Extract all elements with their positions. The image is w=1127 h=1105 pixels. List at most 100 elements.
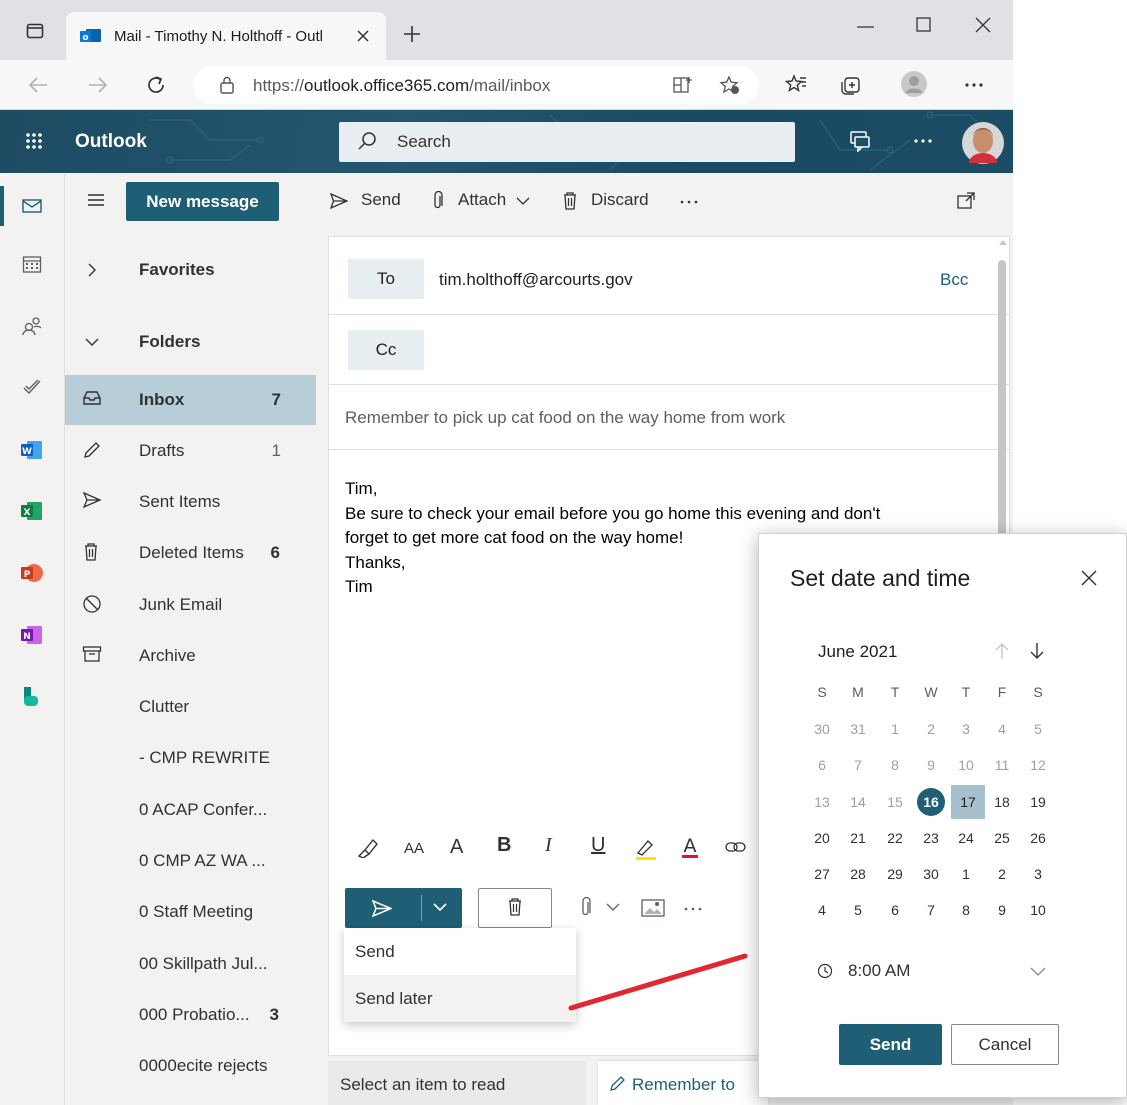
todo-icon[interactable] [22, 378, 42, 396]
next-month-icon[interactable] [1030, 642, 1044, 660]
calendar-day[interactable]: 20 [805, 821, 839, 855]
time-picker[interactable]: 8:00 AM [808, 954, 1078, 988]
to-button[interactable]: To [348, 259, 424, 299]
calendar-day[interactable]: 30 [805, 712, 839, 746]
calendar-day[interactable]: 2 [985, 857, 1019, 891]
calendar-day[interactable]: 21 [841, 821, 875, 855]
cc-button[interactable]: Cc [348, 330, 424, 370]
new-message-button[interactable]: New message [126, 182, 279, 221]
toolbar-attach-button[interactable]: Attach [458, 190, 506, 210]
discard-button[interactable] [478, 888, 552, 928]
calendar-day[interactable]: 10 [1021, 893, 1055, 927]
app-name[interactable]: Outlook [75, 131, 147, 153]
close-icon[interactable] [1081, 570, 1097, 586]
calendar-day[interactable]: 6 [878, 893, 912, 927]
calendar-day[interactable]: 14 [841, 785, 875, 819]
calendar-day[interactable]: 9 [985, 893, 1019, 927]
calendar-day[interactable]: 1 [878, 712, 912, 746]
more-browser-icon[interactable] [965, 83, 983, 87]
to-recipient[interactable]: tim.holthoff@arcourts.gov [439, 270, 633, 290]
calendar-day[interactable]: 3 [1021, 857, 1055, 891]
calendar-day[interactable]: 9 [914, 748, 948, 782]
user-avatar[interactable] [961, 121, 1005, 165]
folder-item-junk[interactable]: Junk Email [65, 580, 316, 630]
calendar-day[interactable]: 4 [985, 712, 1019, 746]
calendar-day[interactable]: 27 [805, 857, 839, 891]
people-icon[interactable] [22, 316, 42, 336]
tab-actions-icon[interactable] [26, 22, 44, 40]
favorites-header[interactable]: Favorites [65, 245, 316, 295]
feedback-icon[interactable] [849, 130, 871, 152]
calendar-day-today[interactable]: 16 [917, 788, 945, 816]
pop-out-icon[interactable] [957, 192, 975, 210]
calendar-day[interactable]: 8 [878, 748, 912, 782]
mail-icon[interactable] [22, 198, 42, 214]
attach-icon[interactable] [580, 897, 592, 919]
more-options-icon[interactable] [680, 200, 698, 204]
onenote-icon[interactable]: N [21, 625, 43, 645]
scroll-up-icon[interactable] [998, 238, 1008, 246]
calendar-day[interactable]: 13 [805, 785, 839, 819]
calendar-day[interactable]: 7 [914, 893, 948, 927]
format-painter-icon[interactable] [357, 836, 379, 858]
folder-item-archive[interactable]: Archive [65, 631, 316, 681]
toolbar-discard-button[interactable]: Discard [591, 190, 649, 210]
app-available-icon[interactable] [673, 76, 693, 94]
search-box[interactable]: Search [339, 122, 795, 162]
chevron-down-icon[interactable] [606, 903, 620, 912]
font-color-icon[interactable]: A [681, 835, 699, 859]
folder-item[interactable]: 0 Staff Meeting [65, 887, 316, 937]
forward-icon[interactable] [88, 76, 108, 94]
text-effects-icon[interactable]: A [450, 836, 463, 859]
calendar-day[interactable]: 2 [914, 712, 948, 746]
folder-item[interactable]: 000 Probatio... 3 [65, 990, 316, 1040]
calendar-day[interactable]: 6 [805, 748, 839, 782]
folder-item-sent[interactable]: Sent Items [65, 477, 316, 527]
calendar-day[interactable]: 30 [914, 857, 948, 891]
calendar-day[interactable]: 15 [878, 785, 912, 819]
chevron-down-icon[interactable] [516, 197, 530, 206]
excel-icon[interactable]: X [21, 501, 43, 521]
new-tab-icon[interactable] [403, 25, 421, 43]
folder-item[interactable]: 0 ACAP Confer... [65, 785, 316, 835]
underline-icon[interactable]: U [591, 834, 605, 857]
calendar-day[interactable]: 31 [841, 712, 875, 746]
menu-item-send[interactable]: Send [344, 928, 576, 975]
back-icon[interactable] [28, 76, 48, 94]
word-icon[interactable]: W [21, 440, 43, 460]
calendar-day[interactable]: 24 [949, 821, 983, 855]
menu-item-send-later[interactable]: Send later [344, 975, 576, 1022]
calendar-day-selected[interactable]: 17 [951, 785, 985, 819]
add-favorite-icon[interactable] [719, 75, 741, 95]
calendar-day[interactable]: 5 [841, 893, 875, 927]
calendar-day[interactable]: 10 [949, 748, 983, 782]
font-size-icon[interactable]: AA [404, 840, 424, 857]
calendar-day[interactable]: 28 [841, 857, 875, 891]
close-window-icon[interactable] [975, 17, 991, 33]
reading-pane-tab[interactable]: Select an item to read [328, 1061, 586, 1105]
calendar-day[interactable]: 3 [949, 712, 983, 746]
folder-item-drafts[interactable]: Drafts 1 [65, 426, 316, 476]
calendar-day[interactable]: 7 [841, 748, 875, 782]
folders-header[interactable]: Folders [65, 317, 316, 367]
calendar-day[interactable]: 18 [985, 785, 1019, 819]
toolbar-send-button[interactable]: Send [361, 190, 401, 210]
subject-field[interactable]: Remember to pick up cat food on the way … [345, 408, 785, 428]
folder-item-clutter[interactable]: Clutter [65, 682, 316, 732]
calendar-day[interactable]: 11 [985, 748, 1019, 782]
insert-picture-icon[interactable] [641, 898, 665, 918]
italic-icon[interactable]: I [545, 834, 552, 857]
app-launcher-icon[interactable] [25, 132, 43, 150]
calendar-day[interactable]: 25 [985, 821, 1019, 855]
calendar-month[interactable]: June 2021 [818, 642, 897, 662]
calendar-day[interactable]: 26 [1021, 821, 1055, 855]
profile-avatar-icon[interactable] [900, 70, 928, 98]
refresh-icon[interactable] [145, 74, 167, 96]
collections-icon[interactable] [841, 74, 863, 96]
folder-item[interactable]: 0000ecite rejects [65, 1041, 316, 1091]
folder-item[interactable]: - CMP REWRITE [65, 733, 316, 783]
url-bar[interactable]: https://outlook.office365.com/mail/inbox [193, 66, 759, 104]
dialog-send-button[interactable]: Send [839, 1024, 942, 1065]
minimize-icon[interactable] [857, 25, 875, 29]
send-options-chevron-icon[interactable] [433, 903, 447, 912]
